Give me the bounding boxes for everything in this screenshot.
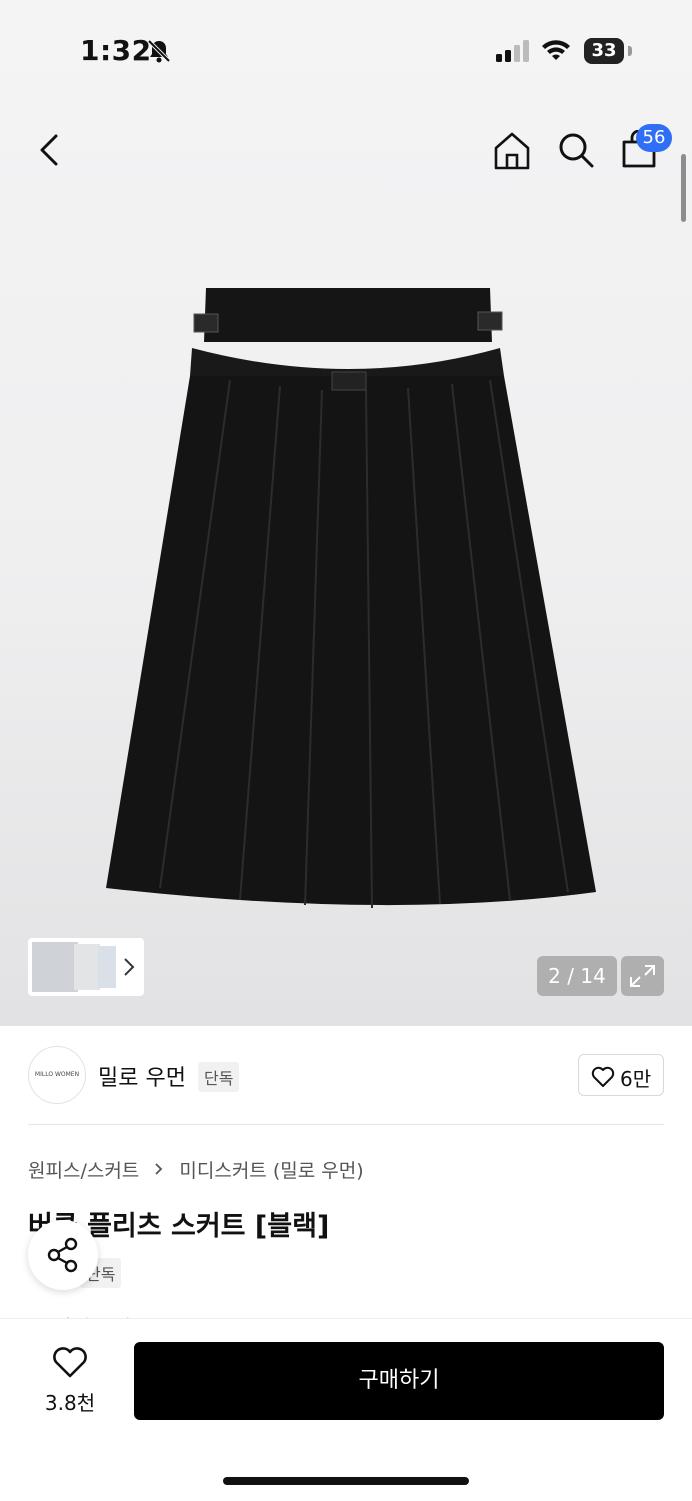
- brand-row[interactable]: MILLO WOMEN 밀로 우먼 단독 6만: [0, 1026, 692, 1126]
- heart-icon: [53, 1347, 87, 1378]
- expand-icon: [630, 965, 655, 987]
- share-icon: [47, 1237, 78, 1273]
- product-photo: [106, 288, 596, 909]
- home-icon[interactable]: [490, 128, 534, 172]
- thumbnail-strip[interactable]: [28, 938, 144, 996]
- bell-muted-icon: [147, 39, 171, 63]
- breadcrumb-category[interactable]: 원피스/스커트: [28, 1156, 139, 1183]
- top-nav: [0, 120, 692, 180]
- share-button[interactable]: [28, 1220, 98, 1290]
- brand-logo[interactable]: MILLO WOMEN: [28, 1046, 86, 1104]
- heart-icon: [591, 1066, 615, 1087]
- buy-button[interactable]: 구매하기: [134, 1342, 664, 1420]
- status-bar: 1:32 33: [0, 0, 692, 100]
- back-arrow-icon[interactable]: [30, 130, 70, 170]
- breadcrumb: 원피스/스커트 미디스커트 (밀로 우먼): [28, 1156, 364, 1183]
- wishlist-button[interactable]: 3.8천: [28, 1345, 112, 1425]
- brand-like-button[interactable]: 6만: [578, 1054, 664, 1096]
- brand-like-count: 6만: [620, 1067, 652, 1091]
- image-counter: 2 / 14: [537, 956, 617, 996]
- battery-tip: [628, 46, 632, 56]
- cart-count-badge: 56: [636, 124, 672, 152]
- chevron-right-icon[interactable]: [122, 956, 136, 978]
- thumbnail-image[interactable]: [98, 946, 116, 988]
- cellular-signal-icon: [496, 40, 529, 62]
- thumbnail-image[interactable]: [74, 944, 100, 990]
- breadcrumb-subcategory[interactable]: 미디스커트 (밀로 우먼): [179, 1156, 363, 1183]
- wifi-icon: [542, 40, 570, 60]
- brand-name[interactable]: 밀로 우먼: [98, 1060, 186, 1092]
- search-icon[interactable]: [556, 130, 596, 170]
- battery-indicator: 33: [584, 38, 624, 64]
- thumbnail-image[interactable]: [32, 942, 78, 992]
- product-image-area[interactable]: 1:32 33 56 2 / 14: [0, 0, 692, 1026]
- divider: [28, 1124, 664, 1125]
- exclusive-tag: 단독: [198, 1062, 240, 1092]
- status-time: 1:32: [80, 34, 152, 67]
- bottom-bar: 3.8천 구매하기: [0, 1318, 692, 1501]
- home-indicator[interactable]: [223, 1477, 469, 1485]
- expand-button[interactable]: [621, 956, 664, 996]
- scrollbar[interactable]: [681, 154, 686, 222]
- chevron-right-icon: [155, 1163, 163, 1175]
- wishlist-count: 3.8천: [44, 1391, 96, 1415]
